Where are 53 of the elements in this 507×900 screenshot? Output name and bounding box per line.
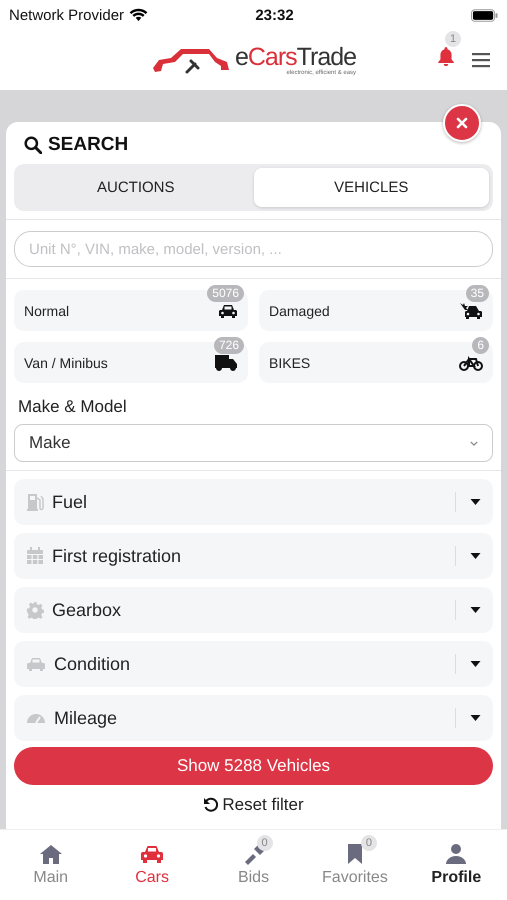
damaged-car-icon <box>459 302 483 320</box>
caret-icon <box>470 607 481 613</box>
gear-icon <box>26 601 44 619</box>
count-badge: 5076 <box>207 285 244 302</box>
show-vehicles-button[interactable]: Show 5288 Vehicles <box>14 747 493 785</box>
caret-icon <box>470 661 481 667</box>
tab[interactable]: VEHICLES <box>254 168 489 207</box>
bell-icon[interactable] <box>437 46 455 66</box>
logo-wordmark: eCarsTrade <box>234 44 356 70</box>
category-label: Normal <box>24 302 70 318</box>
bookmark-icon <box>346 843 363 865</box>
filter-dropdown[interactable]: Condition <box>14 641 493 687</box>
search-icon <box>24 136 42 154</box>
category-label: Damaged <box>269 302 330 318</box>
category-label: BIKES <box>269 354 310 370</box>
close-button[interactable] <box>443 104 481 142</box>
reset-icon <box>203 797 220 813</box>
car-icon <box>26 656 46 672</box>
caret-icon <box>470 715 481 721</box>
filter-dropdown[interactable]: Gearbox <box>14 587 493 633</box>
clock-time: 23:32 <box>255 6 295 24</box>
car-icon <box>218 302 238 318</box>
filter-dropdown[interactable]: First registration <box>14 533 493 579</box>
filter-dropdown[interactable]: Mileage <box>14 695 493 741</box>
notification-count: 1 <box>445 31 462 48</box>
truck-icon <box>214 354 238 372</box>
count-badge: 6 <box>472 337 489 354</box>
filter-dropdown[interactable]: Fuel <box>14 479 493 525</box>
home-icon <box>38 843 63 865</box>
search-field[interactable]: Unit N°, VIN, make, model, version, ... <box>14 231 493 267</box>
close-icon <box>456 117 468 129</box>
caret-icon <box>470 553 481 559</box>
battery-icon <box>470 8 498 22</box>
category-label: Van / Minibus <box>24 354 108 370</box>
chevron-icon <box>470 440 478 446</box>
count-badge: 35 <box>466 285 489 302</box>
wifi-icon <box>129 8 148 22</box>
calendar-icon <box>26 546 44 566</box>
make-dropdown[interactable]: Make <box>14 424 493 462</box>
bicycle-icon <box>459 354 483 370</box>
panel-title: SEARCH <box>48 134 128 156</box>
car-icon <box>139 844 166 864</box>
tab[interactable]: AUCTIONS <box>18 168 254 207</box>
reset-filter-button[interactable]: Reset filter <box>197 794 310 816</box>
fuel-pump-icon <box>26 492 44 512</box>
count-badge: 0 <box>256 835 273 852</box>
menu-icon[interactable] <box>472 52 490 68</box>
count-badge: 726 <box>214 337 244 354</box>
caret-icon <box>470 499 481 505</box>
user-icon <box>445 843 468 865</box>
carrier-name: Network Provider <box>9 6 124 24</box>
count-badge: 0 <box>360 835 378 852</box>
section-label: Make & Model <box>18 397 128 417</box>
